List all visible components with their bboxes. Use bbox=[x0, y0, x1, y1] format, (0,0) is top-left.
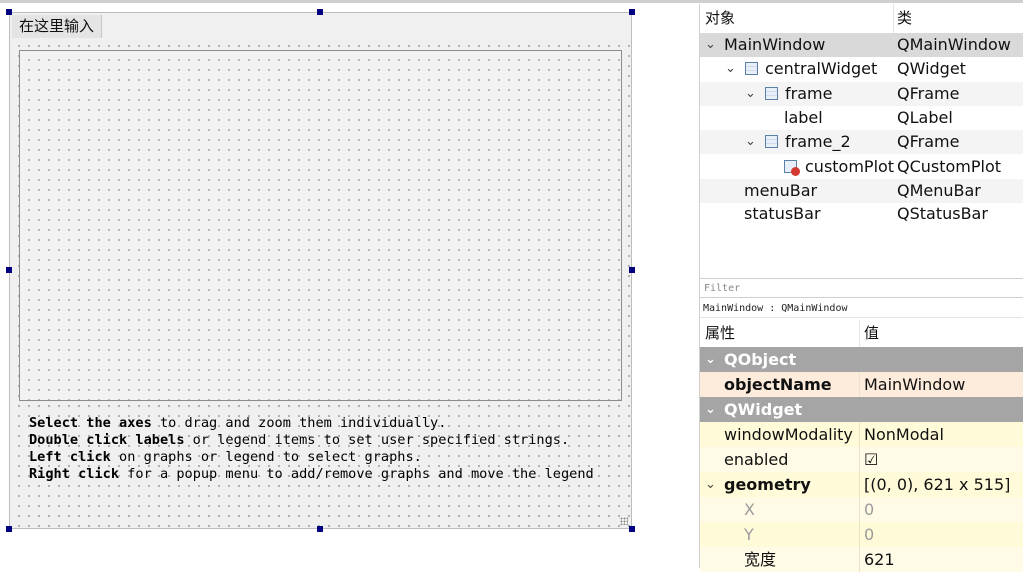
property-label: enabled bbox=[724, 450, 789, 469]
resize-handle-top-center[interactable] bbox=[317, 9, 323, 15]
layout-icon bbox=[765, 87, 778, 100]
help-line: Right click for a popup menu to add/remo… bbox=[29, 466, 594, 482]
header-divider bbox=[859, 320, 860, 347]
object-class: QCustomPlot bbox=[897, 157, 1002, 176]
property-value[interactable]: MainWindow bbox=[864, 372, 965, 397]
object-name: centralWidget bbox=[765, 59, 878, 78]
object-name: frame_2 bbox=[785, 132, 851, 151]
value-divider bbox=[859, 422, 860, 447]
value-divider bbox=[859, 547, 860, 572]
chevron-down-icon[interactable]: ⌄ bbox=[745, 82, 756, 106]
chevron-down-icon[interactable]: ⌄ bbox=[705, 397, 716, 422]
object-class: QMainWindow bbox=[897, 35, 1011, 54]
property-value[interactable]: 0 bbox=[864, 522, 874, 547]
object-class: QWidget bbox=[897, 59, 966, 78]
property-label: geometry bbox=[724, 475, 811, 494]
value-divider bbox=[859, 372, 860, 397]
enabled-checkbox-icon[interactable]: ☑ bbox=[864, 447, 878, 472]
property-label: objectName bbox=[724, 375, 832, 394]
tree-item-frame-2[interactable]: ⌄ frame_2 QFrame bbox=[700, 130, 1023, 154]
object-class: QFrame bbox=[897, 132, 960, 151]
property-x[interactable]: X 0 bbox=[700, 497, 1023, 522]
property-label: windowModality bbox=[724, 425, 853, 444]
chevron-down-icon[interactable]: ⌄ bbox=[725, 57, 736, 81]
property-enabled[interactable]: enabled ☑ bbox=[700, 447, 1023, 472]
resize-handle-middle-left[interactable] bbox=[6, 267, 12, 273]
object-class: QLabel bbox=[897, 108, 953, 127]
object-name: label bbox=[784, 108, 823, 127]
object-class: QFrame bbox=[897, 84, 960, 103]
resize-handle-bottom-center[interactable] bbox=[317, 526, 323, 532]
group-qobject[interactable]: ⌄ QObject bbox=[700, 347, 1023, 372]
property-value[interactable]: [(0, 0), 621 x 515] bbox=[864, 472, 1010, 497]
size-grip-icon[interactable] bbox=[620, 517, 628, 525]
object-inspector-header: 对象 类 bbox=[700, 4, 1023, 34]
help-line: Double click labels or legend items to s… bbox=[29, 432, 570, 448]
resize-handle-top-left[interactable] bbox=[6, 9, 12, 15]
menu-type-here-entry[interactable]: 在这里输入 bbox=[12, 15, 103, 38]
tree-item-statusbar[interactable]: statusBar QStatusBar bbox=[700, 202, 1023, 226]
resize-handle-top-right[interactable] bbox=[629, 9, 635, 15]
resize-handle-bottom-left[interactable] bbox=[6, 526, 12, 532]
property-label: 宽度 bbox=[744, 550, 777, 569]
resize-handle-middle-right[interactable] bbox=[629, 267, 635, 273]
help-label[interactable]: Select the axes to drag and zoom them in… bbox=[29, 415, 619, 483]
custom-widget-icon bbox=[784, 160, 800, 176]
object-class: QStatusBar bbox=[897, 204, 988, 223]
property-geometry[interactable]: ⌄ geometry [(0, 0), 621 x 515] bbox=[700, 472, 1023, 497]
column-header-property[interactable]: 属性 bbox=[705, 320, 735, 347]
column-header-class[interactable]: 类 bbox=[897, 4, 912, 33]
tree-item-menubar[interactable]: menuBar QMenuBar bbox=[700, 179, 1023, 203]
chevron-down-icon[interactable]: ⌄ bbox=[705, 347, 716, 372]
object-name: statusBar bbox=[744, 204, 821, 223]
resize-handle-bottom-right[interactable] bbox=[629, 526, 635, 532]
object-class: QMenuBar bbox=[897, 181, 981, 200]
property-value[interactable]: 621 bbox=[864, 547, 895, 572]
property-editor-header: 属性 值 bbox=[700, 320, 1023, 347]
custom-plot-frame[interactable] bbox=[19, 50, 622, 401]
chevron-down-icon[interactable]: ⌄ bbox=[745, 130, 756, 154]
group-label: QWidget bbox=[724, 400, 803, 419]
column-header-value[interactable]: 值 bbox=[864, 320, 879, 347]
property-label: X bbox=[744, 500, 755, 519]
help-line: Select the axes to drag and zoom them in… bbox=[29, 415, 447, 431]
value-divider bbox=[859, 522, 860, 547]
tree-item-centralwidget[interactable]: ⌄ centralWidget QWidget bbox=[700, 57, 1023, 81]
property-value[interactable]: NonModal bbox=[864, 422, 944, 447]
value-divider bbox=[859, 447, 860, 472]
property-windowmodality[interactable]: windowModality NonModal bbox=[700, 422, 1023, 447]
object-name: customPlot bbox=[805, 157, 895, 176]
value-divider bbox=[859, 472, 860, 497]
object-name: menuBar bbox=[744, 181, 818, 200]
inspector-panel: 对象 类 ⌄ MainWindow QMainWindow ⌄ centralW… bbox=[699, 4, 1023, 572]
chevron-down-icon[interactable]: ⌄ bbox=[705, 33, 716, 57]
group-label: QObject bbox=[724, 350, 797, 369]
central-widget[interactable]: Select the axes to drag and zoom them in… bbox=[10, 39, 631, 528]
top-border bbox=[0, 0, 1023, 3]
column-header-object[interactable]: 对象 bbox=[705, 4, 735, 33]
chevron-down-icon[interactable]: ⌄ bbox=[705, 472, 716, 497]
property-editor-context: MainWindow : QMainWindow bbox=[700, 300, 1023, 318]
property-label: Y bbox=[744, 525, 754, 544]
value-divider bbox=[859, 497, 860, 522]
tree-item-label[interactable]: label QLabel bbox=[700, 106, 1023, 130]
property-value[interactable]: 0 bbox=[864, 497, 874, 522]
help-line: Left click on graphs or legend to select… bbox=[29, 449, 422, 465]
object-name: frame bbox=[785, 84, 833, 103]
property-objectname[interactable]: objectName MainWindow bbox=[700, 372, 1023, 397]
object-name: MainWindow bbox=[724, 35, 826, 54]
property-filter-input[interactable]: Filter bbox=[700, 278, 1023, 298]
header-divider bbox=[893, 4, 894, 33]
tree-item-mainwindow[interactable]: ⌄ MainWindow QMainWindow bbox=[700, 33, 1023, 57]
property-width[interactable]: 宽度 621 bbox=[700, 547, 1023, 572]
menu-bar[interactable]: 在这里输入 bbox=[10, 13, 631, 39]
tree-item-customplot[interactable]: customPlot QCustomPlot bbox=[700, 155, 1023, 179]
group-qwidget[interactable]: ⌄ QWidget bbox=[700, 397, 1023, 422]
main-window-form[interactable]: 在这里输入 Select the axes to drag and zoom t… bbox=[9, 12, 632, 529]
layout-icon bbox=[745, 62, 758, 75]
layout-icon bbox=[765, 135, 778, 148]
tree-item-frame[interactable]: ⌄ frame QFrame bbox=[700, 82, 1023, 106]
property-y[interactable]: Y 0 bbox=[700, 522, 1023, 547]
